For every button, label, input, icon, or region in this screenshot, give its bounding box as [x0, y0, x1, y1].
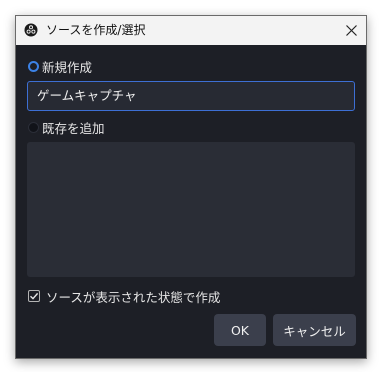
- make-visible-checkbox-row[interactable]: ソースが表示された状態で作成: [28, 288, 221, 305]
- radio-unchecked-icon[interactable]: [28, 121, 39, 133]
- add-existing-label: 既存を追加: [42, 120, 105, 136]
- radio-checked-icon[interactable]: [28, 60, 39, 72]
- title-bar: ソースを作成/選択: [16, 16, 366, 45]
- create-new-label: 新規作成: [42, 59, 93, 75]
- add-existing-radio[interactable]: 既存を追加: [28, 118, 105, 136]
- close-icon: [345, 25, 357, 36]
- ok-button[interactable]: OK: [214, 314, 266, 346]
- create-select-source-dialog: ソースを作成/選択 新規作成 ゲームキャプチャ 既存を追加 ソースが表示された状…: [15, 15, 367, 359]
- window-title: ソースを作成/選択: [46, 23, 146, 37]
- make-visible-label: ソースが表示された状態で作成: [46, 289, 221, 305]
- checkbox-checked-icon[interactable]: [28, 290, 40, 302]
- cancel-button[interactable]: キャンセル: [273, 314, 356, 346]
- obs-logo-icon: [24, 23, 38, 37]
- source-name-input[interactable]: ゲームキャプチャ: [27, 81, 355, 111]
- existing-sources-list[interactable]: [27, 142, 355, 277]
- close-button[interactable]: [336, 16, 366, 45]
- create-new-radio[interactable]: 新規作成: [28, 57, 92, 75]
